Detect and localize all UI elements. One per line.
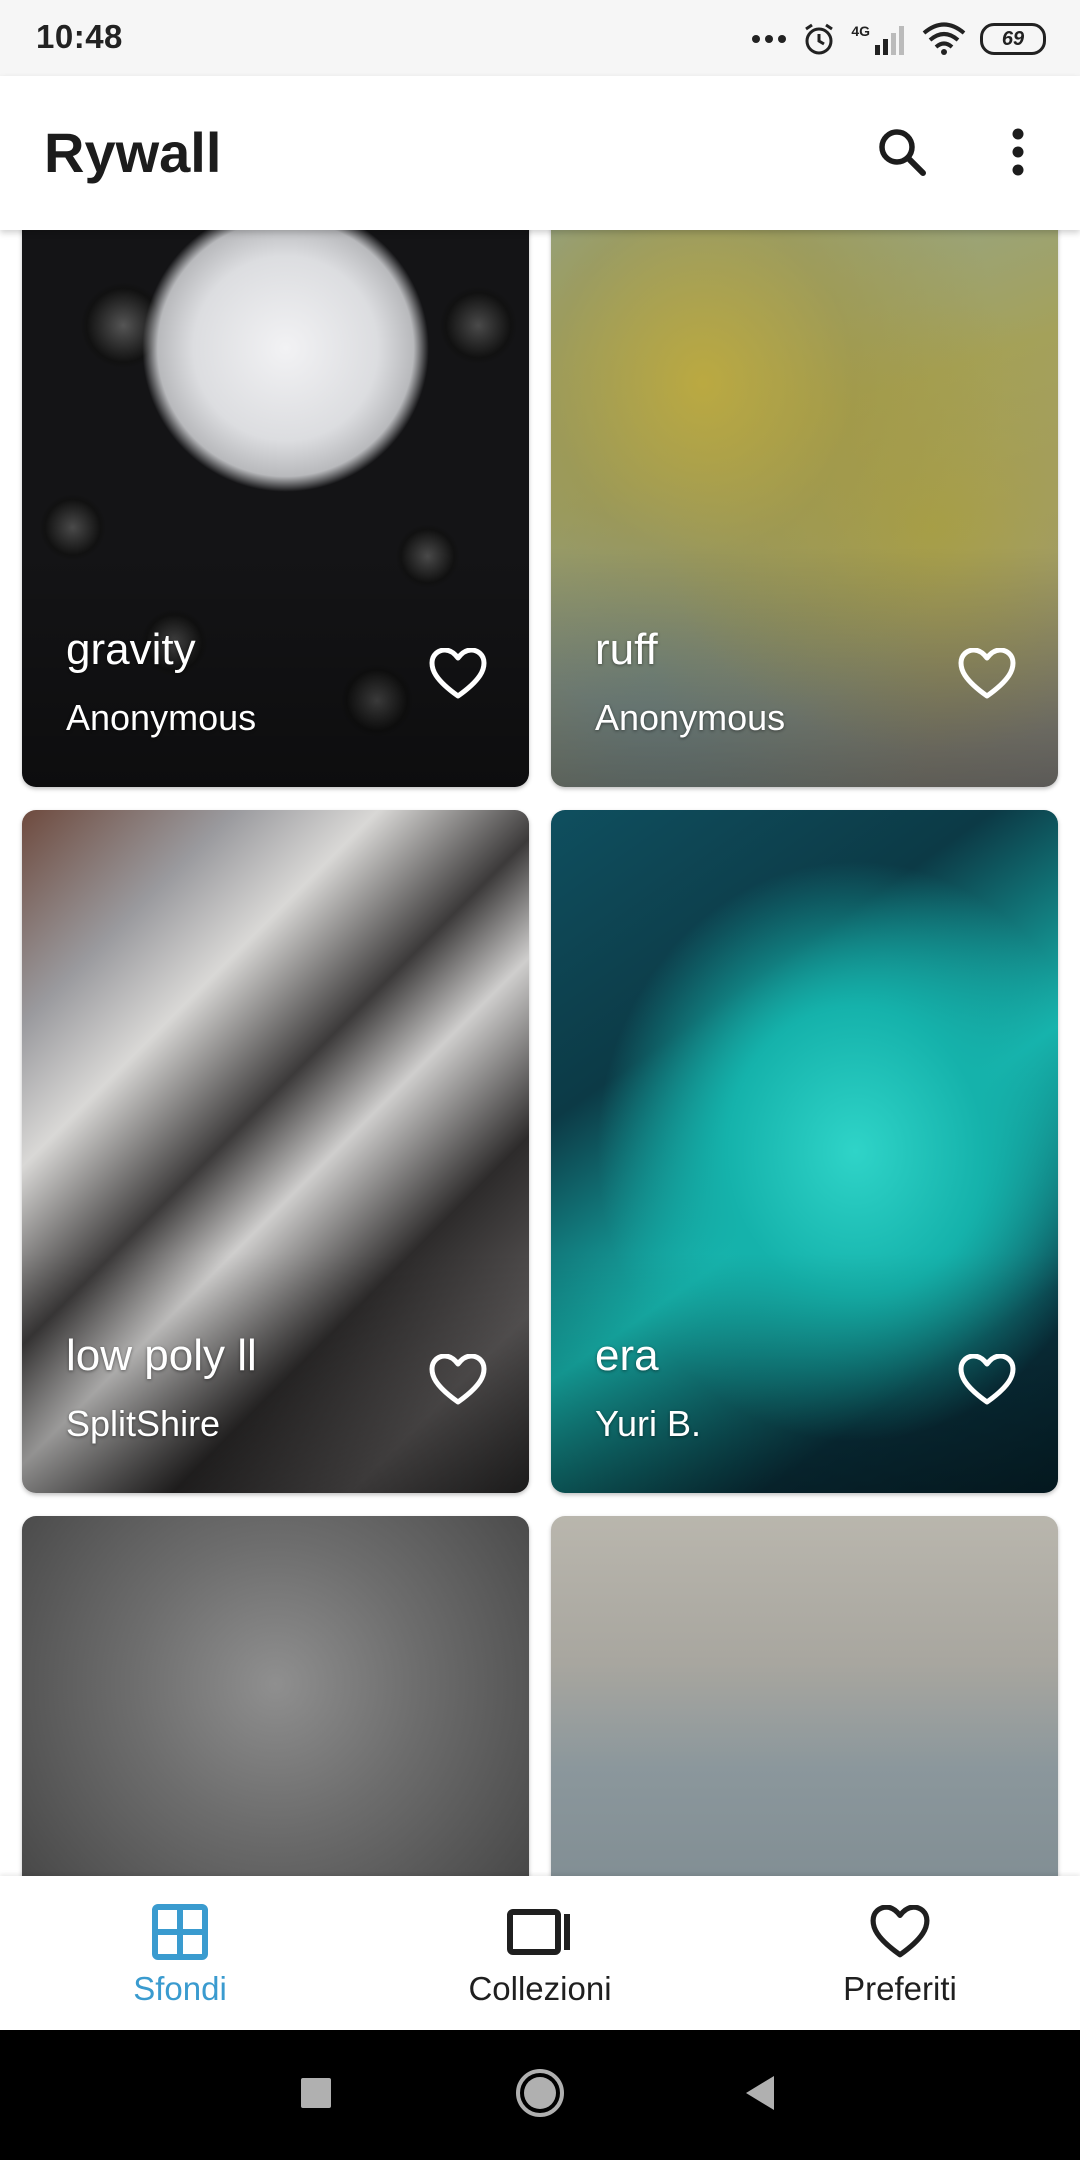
- system-navigation-bar: [0, 2030, 1080, 2160]
- favorite-button[interactable]: [425, 643, 491, 709]
- bottom-navigation: Sfondi Collezioni Preferiti: [0, 1876, 1080, 2030]
- home-circle-icon: [514, 2067, 566, 2124]
- wallpaper-grid[interactable]: gravity Anonymous ruff Anonymous low pol…: [0, 230, 1080, 1876]
- network-label: 4G: [851, 23, 870, 39]
- nav-label: Collezioni: [468, 1970, 612, 2007]
- signal-icon: 4G: [851, 23, 908, 55]
- collections-icon: [507, 1902, 573, 1962]
- wallpaper-title: low poly ll: [66, 1331, 257, 1380]
- status-icons: 4G 69: [751, 18, 1046, 60]
- wallpaper-card-ruff[interactable]: ruff Anonymous: [551, 230, 1058, 787]
- wallpaper-author: Anonymous: [66, 697, 257, 738]
- wifi-icon: [922, 22, 966, 56]
- wallpaper-title: ruff: [595, 625, 658, 674]
- wallpaper-thumbnail: [22, 1516, 529, 1876]
- nav-label: Preferiti: [843, 1970, 957, 2007]
- heart-outline-icon: [429, 1353, 487, 1411]
- back-triangle-icon: [742, 2074, 778, 2117]
- heart-icon: [870, 1902, 930, 1962]
- recents-button[interactable]: [286, 2065, 346, 2125]
- app-title: Rywall: [44, 121, 222, 184]
- back-button[interactable]: [730, 2065, 790, 2125]
- nav-item-collezioni[interactable]: Collezioni: [360, 1876, 720, 2030]
- wallpaper-thumbnail: [551, 1516, 1058, 1876]
- wallpaper-author: SplitShire: [66, 1403, 221, 1444]
- search-icon: [876, 126, 928, 183]
- wallpaper-title: era: [595, 1331, 659, 1380]
- wallpaper-card-era[interactable]: era Yuri B.: [551, 810, 1058, 1493]
- heart-outline-icon: [429, 647, 487, 705]
- status-time: 10:48: [36, 18, 123, 55]
- favorite-button[interactable]: [954, 643, 1020, 709]
- alarm-icon: [801, 21, 837, 57]
- wallpaper-title: gravity: [66, 625, 196, 674]
- wallpaper-card-concrete[interactable]: [551, 1516, 1058, 1876]
- nav-label: Sfondi: [133, 1970, 227, 2007]
- app-bar: Rywall: [0, 76, 1080, 230]
- battery-level: 69: [1001, 28, 1025, 50]
- more-vert-icon: [1010, 128, 1026, 181]
- nav-item-sfondi[interactable]: Sfondi: [0, 1876, 360, 2030]
- heart-outline-icon: [958, 647, 1016, 705]
- wallpaper-card-gravity[interactable]: gravity Anonymous: [22, 230, 529, 787]
- favorite-button[interactable]: [954, 1349, 1020, 1415]
- wallpaper-author: Anonymous: [595, 697, 786, 738]
- status-bar: 10:48 4G 69: [0, 0, 1080, 76]
- wallpaper-card-trees[interactable]: [22, 1516, 529, 1876]
- wallpaper-author: Yuri B.: [595, 1403, 702, 1444]
- overflow-menu-button[interactable]: [976, 112, 1060, 196]
- more-dots-icon: [751, 33, 787, 45]
- favorite-button[interactable]: [425, 1349, 491, 1415]
- battery-icon: 69: [980, 23, 1046, 55]
- grid-icon: [152, 1902, 208, 1962]
- heart-outline-icon: [958, 1353, 1016, 1411]
- home-button[interactable]: [510, 2065, 570, 2125]
- recents-square-icon: [299, 2076, 333, 2115]
- search-button[interactable]: [860, 112, 944, 196]
- wallpaper-card-low-poly[interactable]: low poly ll SplitShire: [22, 810, 529, 1493]
- nav-item-preferiti[interactable]: Preferiti: [720, 1876, 1080, 2030]
